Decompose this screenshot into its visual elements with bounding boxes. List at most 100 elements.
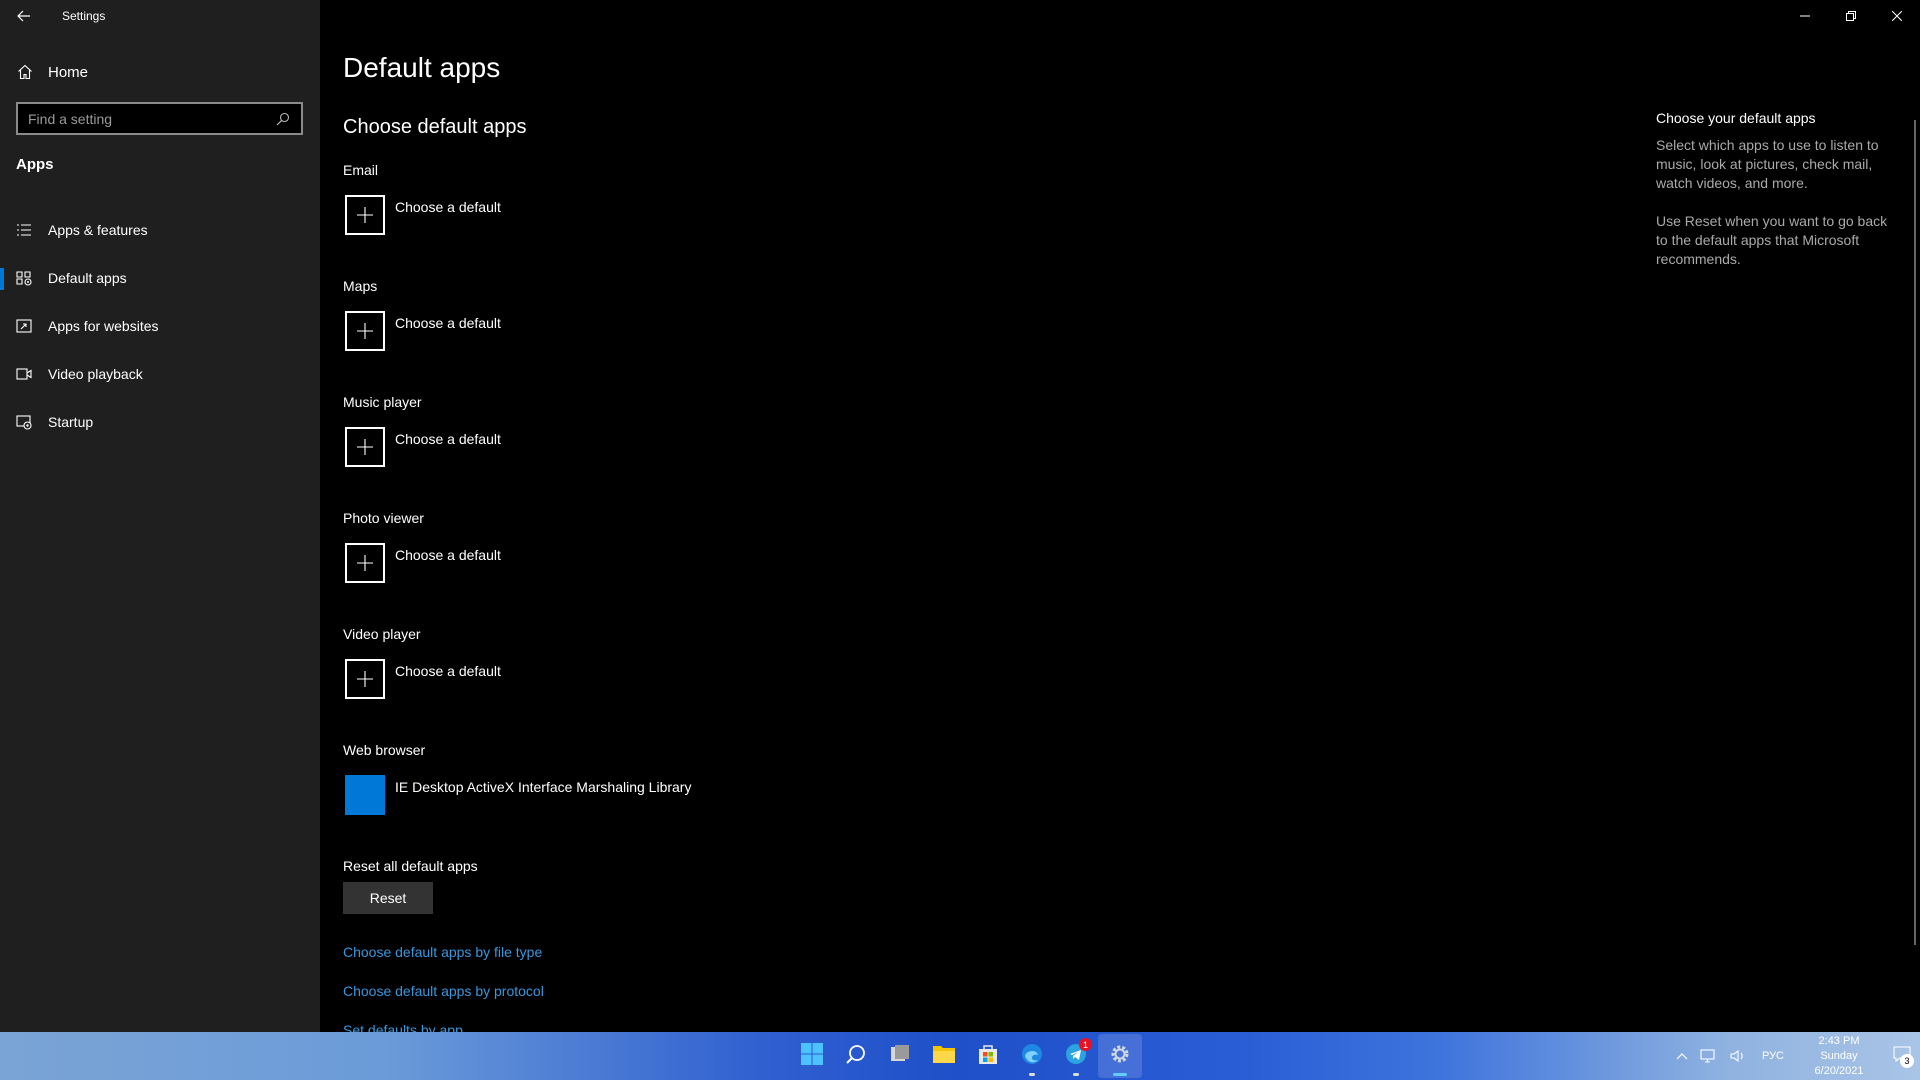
volume-icon[interactable]: [1730, 1049, 1746, 1063]
open-link-icon: [16, 318, 32, 334]
choose-default-button[interactable]: Choose a default: [343, 427, 943, 467]
choose-default-button[interactable]: Choose a default: [343, 659, 943, 699]
running-indicator: [1073, 1073, 1079, 1076]
notification-center-button[interactable]: 3: [1884, 1036, 1920, 1076]
sidebar-nav: Apps & features Default apps Apps for we…: [0, 206, 320, 446]
scrollbar[interactable]: [1914, 120, 1916, 945]
sidebar: Settings Home Apps Apps & features Defau…: [0, 0, 320, 1032]
page-title: Default apps: [343, 52, 501, 83]
sidebar-item-startup[interactable]: Startup: [0, 398, 320, 446]
default-apps-icon: [16, 270, 32, 286]
chevron-up-icon[interactable]: [1676, 1052, 1688, 1060]
edge-icon: [1020, 1042, 1044, 1071]
notification-count: 3: [1900, 1054, 1914, 1068]
category-value: Choose a default: [395, 315, 501, 331]
choose-default-button[interactable]: Choose a default: [343, 543, 943, 583]
category-label: Email: [343, 162, 379, 178]
category-label: Music player: [343, 394, 422, 410]
clock[interactable]: 2:43 PM Sunday 6/20/2021: [1802, 1034, 1876, 1079]
category-music-player: Music player Choose a default: [343, 394, 943, 467]
sidebar-item-label: Video playback: [48, 366, 143, 382]
app-title: Settings: [62, 9, 106, 23]
network-icon[interactable]: [1700, 1049, 1718, 1063]
taskbar: 1 РУС 2:43 PM Sunday 6/20/2021 3: [0, 1032, 1920, 1080]
task-view-button[interactable]: [878, 1034, 922, 1078]
category-value: Choose a default: [395, 547, 501, 563]
link-protocol[interactable]: Choose default apps by protocol: [343, 983, 544, 999]
running-indicator: [1029, 1073, 1035, 1076]
main-content: Default apps Choose default apps Email C…: [343, 0, 1593, 1032]
sidebar-item-label: Apps for websites: [48, 318, 159, 334]
plus-icon: [345, 195, 385, 235]
video-icon: [16, 366, 32, 382]
home-label: Home: [48, 63, 89, 81]
restore-icon: [1843, 8, 1859, 24]
choose-default-button[interactable]: Choose a default: [343, 195, 943, 235]
info-heading: Choose your default apps: [1656, 110, 1816, 126]
back-arrow-icon: [16, 8, 32, 24]
category-label: Video player: [343, 626, 421, 642]
link-set-defaults-by-app[interactable]: Set defaults by app: [343, 1022, 463, 1032]
category-label: Web browser: [343, 742, 426, 758]
list-icon: [16, 222, 32, 238]
clock-date: 6/20/2021: [1814, 1064, 1864, 1077]
edge-button[interactable]: [1010, 1034, 1054, 1078]
file-explorer-button[interactable]: [922, 1034, 966, 1078]
language-indicator[interactable]: РУС: [1762, 1050, 1784, 1062]
choose-default-button[interactable]: Choose a default: [343, 311, 943, 351]
search-input[interactable]: [28, 110, 275, 127]
store-button[interactable]: [966, 1034, 1010, 1078]
plus-icon: [345, 427, 385, 467]
notification-badge: 1: [1079, 1038, 1092, 1051]
category-value: IE Desktop ActiveX Interface Marshaling …: [395, 779, 692, 795]
category-web-browser: Web browser IE Desktop ActiveX Interface…: [343, 742, 943, 815]
info-paragraph: Use Reset when you want to go back to th…: [1656, 213, 1888, 267]
search-icon[interactable]: [275, 111, 291, 127]
sidebar-item-video-playback[interactable]: Video playback: [0, 350, 320, 398]
store-icon: [977, 1043, 999, 1070]
startup-icon: [16, 414, 32, 430]
link-file-type[interactable]: Choose default apps by file type: [343, 944, 542, 960]
category-video-player: Video player Choose a default: [343, 626, 943, 699]
minimize-button[interactable]: [1782, 0, 1828, 32]
telegram-button[interactable]: 1: [1054, 1034, 1098, 1078]
close-button[interactable]: [1874, 0, 1920, 32]
category-label: Photo viewer: [343, 510, 424, 526]
home-icon: [17, 64, 33, 80]
info-paragraph: Select which apps to use to listen to mu…: [1656, 137, 1879, 191]
reset-button[interactable]: Reset: [343, 882, 433, 914]
reset-label: Reset all default apps: [343, 858, 478, 874]
plus-icon: [345, 543, 385, 583]
category-value: Choose a default: [395, 431, 501, 447]
clock-day: Sunday: [1820, 1049, 1858, 1062]
category-email: Email Choose a default: [343, 162, 943, 235]
clock-time: 2:43 PM: [1818, 1034, 1860, 1047]
start-button[interactable]: [790, 1034, 834, 1078]
info-panel: Choose your default apps Select which ap…: [1656, 110, 1896, 288]
taskbar-apps: 1: [790, 1032, 1142, 1080]
plus-icon: [345, 311, 385, 351]
search-icon: [845, 1043, 867, 1070]
category-value: Choose a default: [395, 663, 501, 679]
restore-button[interactable]: [1828, 0, 1874, 32]
search-box[interactable]: [16, 102, 303, 135]
plus-icon: [345, 659, 385, 699]
category-maps: Maps Choose a default: [343, 278, 943, 351]
category-photo-viewer: Photo viewer Choose a default: [343, 510, 943, 583]
back-button[interactable]: [0, 0, 48, 32]
section-heading: Apps: [16, 156, 54, 173]
sidebar-item-label: Startup: [48, 414, 94, 430]
app-tile-icon: [345, 775, 385, 815]
sidebar-item-default-apps[interactable]: Default apps: [0, 254, 320, 302]
sidebar-item-apps-for-websites[interactable]: Apps for websites: [0, 302, 320, 350]
settings-button[interactable]: [1098, 1034, 1142, 1078]
sidebar-item-label: Default apps: [48, 270, 127, 286]
file-explorer-icon: [932, 1043, 956, 1070]
sidebar-item-home[interactable]: Home: [0, 56, 320, 88]
sidebar-item-apps-features[interactable]: Apps & features: [0, 206, 320, 254]
system-tray: РУС 2:43 PM Sunday 6/20/2021 3: [1670, 1032, 1920, 1080]
section-subtitle: Choose default apps: [343, 116, 527, 138]
taskbar-search-button[interactable]: [834, 1034, 878, 1078]
settings-icon: [1109, 1043, 1131, 1070]
web-browser-button[interactable]: IE Desktop ActiveX Interface Marshaling …: [343, 775, 943, 815]
